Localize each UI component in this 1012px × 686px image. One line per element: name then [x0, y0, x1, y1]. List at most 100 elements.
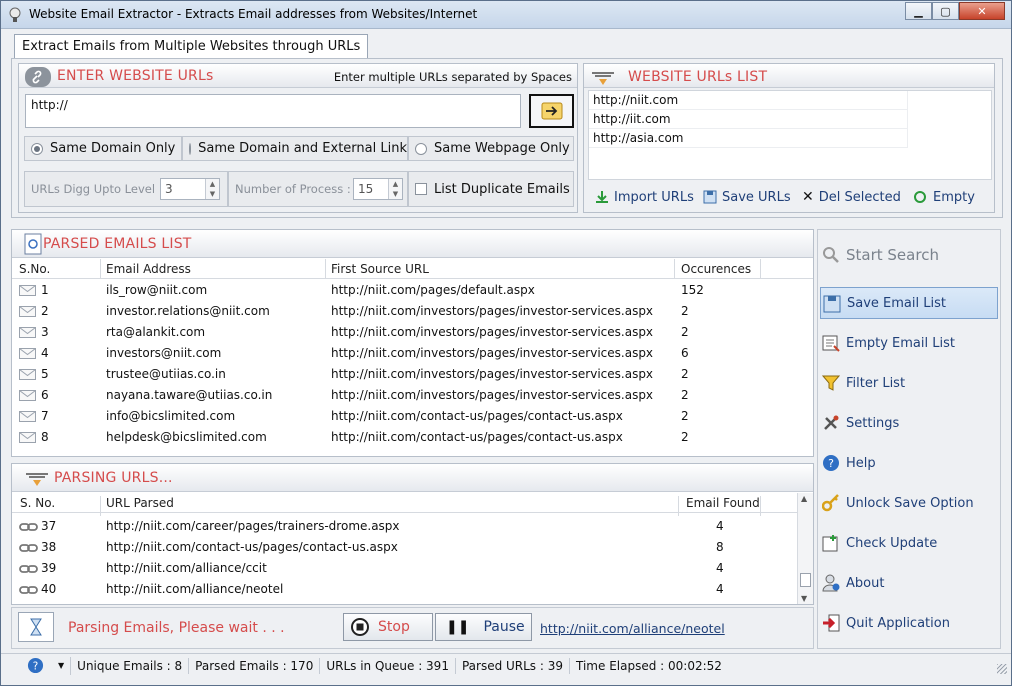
col-sep [325, 259, 326, 279]
settings-button[interactable]: Settings [820, 407, 998, 439]
parsing-table[interactable]: S. No. URL Parsed Email Found 37 http://n… [12, 493, 797, 604]
start-search-button[interactable]: Start Search [820, 239, 998, 271]
url-list-item[interactable]: http://iit.com [589, 110, 907, 129]
help-button[interactable]: ? Help [820, 447, 998, 479]
status-help-dropdown[interactable]: ? ▼ [1, 656, 72, 675]
filter-list-button[interactable]: Filter List [820, 367, 998, 399]
table-row[interactable]: 37 http://niit.com/career/pages/trainers-… [12, 515, 797, 536]
col-email[interactable]: Email Address [106, 262, 191, 276]
satellite-icon [26, 473, 48, 486]
empty-urls-button[interactable]: Empty [912, 186, 975, 208]
save-urls-label: Save URLs [722, 189, 791, 205]
table-row[interactable]: 40 http://niit.com/alliance/neotel 4 [12, 578, 797, 599]
table-row[interactable]: 4 investors@niit.com http://niit.com/inves… [12, 342, 813, 363]
radio-domain-external[interactable] [189, 142, 192, 155]
option-domain-external-label: Same Domain and External Link [198, 141, 407, 156]
col-parse-sno[interactable]: S. No. [20, 496, 55, 510]
import-urls-button[interactable]: Import URLs [594, 186, 694, 208]
emails-table-header: S.No. Email Address First Source URL Occ… [12, 259, 813, 279]
status-bar: ? ▼ Unique Emails : 8 Parsed Emails : 17… [1, 653, 1011, 677]
add-url-button[interactable] [529, 94, 574, 128]
email-occurences: 2 [681, 367, 689, 381]
hourglass-box [18, 612, 54, 642]
url-entry-title: ENTER WEBSITE URLs [57, 68, 214, 84]
stop-label: Stop [378, 619, 410, 635]
parsing-table-header: S. No. URL Parsed Email Found [12, 493, 797, 516]
maximize-button[interactable]: ▢ [932, 2, 959, 20]
emails-table[interactable]: S.No. Email Address First Source URL Occ… [12, 259, 813, 456]
filter-list-label: Filter List [846, 375, 906, 391]
table-row[interactable]: 5 trustee@utiias.co.in http://niit.com/inv… [12, 363, 813, 384]
table-row[interactable]: 38 http://niit.com/contact-us/pages/conta… [12, 536, 797, 557]
envelope-icon [19, 306, 36, 320]
parse-sno: 40 [41, 582, 57, 596]
email-address: investors@niit.com [106, 346, 222, 360]
minimize-icon: ▁ [914, 4, 923, 18]
url-input[interactable]: http:// [25, 94, 521, 128]
option-same-webpage[interactable]: Same Webpage Only [408, 136, 574, 161]
check-update-button[interactable]: Check Update [820, 527, 998, 559]
digg-level-stepper[interactable]: 3 ▲ ▼ [160, 178, 220, 200]
table-row[interactable]: 8 helpdesk@bicslimited.com http://niit.com… [12, 426, 813, 447]
email-source-url: http://niit.com/investors/pages/investor… [331, 367, 654, 381]
col-source[interactable]: First Source URL [331, 262, 429, 276]
delete-x-icon: ✕ [802, 189, 814, 205]
quit-application-button[interactable]: Quit Application [820, 607, 998, 639]
empty-email-list-button[interactable]: Empty Email List [820, 327, 998, 359]
maximize-icon: ▢ [940, 4, 951, 18]
parsing-urls-panel: PARSING URLS... S. No. URL Parsed Email … [11, 463, 814, 605]
table-row[interactable]: 7 info@bicslimited.com http://niit.com/con… [12, 405, 813, 426]
parsing-scrollbar[interactable]: ▲ ▼ [797, 493, 813, 604]
about-button[interactable]: About [820, 567, 998, 599]
email-document-icon [24, 233, 42, 255]
app-window: Website Email Extractor - Extracts Email… [0, 0, 1012, 686]
scroll-down-icon[interactable]: ▼ [801, 594, 807, 603]
pause-button[interactable]: ❚❚ Pause [435, 613, 532, 641]
pause-label: Pause [483, 619, 525, 635]
col-url-parsed[interactable]: URL Parsed [106, 496, 174, 510]
col-email-found[interactable]: Email Found [686, 496, 760, 510]
stepper-arrows-icon[interactable]: ▲ ▼ [388, 179, 402, 199]
table-row[interactable]: 3 rta@alankit.com http://niit.com/investor… [12, 321, 813, 342]
duplicate-emails-checkbox[interactable] [415, 183, 427, 195]
process-stepper[interactable]: 15 ▲ ▼ [353, 178, 403, 200]
duplicate-emails-option[interactable]: List Duplicate Emails [408, 171, 574, 207]
unlock-save-button[interactable]: Unlock Save Option [820, 487, 998, 519]
minimize-button[interactable]: ▁ [905, 2, 932, 20]
email-occurences: 6 [681, 346, 689, 360]
title-bar[interactable]: Website Email Extractor - Extracts Email… [1, 1, 1011, 29]
close-button[interactable]: ✕ [959, 2, 1005, 20]
clear-list-icon [822, 335, 840, 352]
col-occurences[interactable]: Occurences [681, 262, 751, 276]
url-list-item[interactable]: http://niit.com [589, 91, 907, 110]
url-list[interactable]: http://niit.com http://iit.com http://as… [588, 90, 992, 180]
stepper-arrows-icon[interactable]: ▲ ▼ [205, 179, 219, 199]
tab-extract-multiple[interactable]: Extract Emails from Multiple Websites th… [14, 34, 369, 59]
save-urls-button[interactable]: Save URLs [702, 186, 791, 208]
parsing-status: Parsing Emails, Please wait . . . [68, 620, 285, 636]
option-same-domain[interactable]: Same Domain Only [24, 136, 182, 161]
col-sno[interactable]: S.No. [19, 262, 50, 276]
empty-urls-label: Empty [933, 189, 975, 205]
email-source-url: http://niit.com/pages/default.aspx [331, 283, 535, 297]
save-email-list-button[interactable]: Save Email List [820, 287, 998, 319]
del-selected-button[interactable]: ✕ Del Selected [802, 186, 901, 208]
table-row[interactable]: 1 ils_row@niit.com http://niit.com/pages/d… [12, 279, 813, 300]
resize-grip[interactable] [997, 664, 1007, 674]
radio-same-webpage[interactable] [415, 142, 427, 155]
table-row[interactable]: 6 nayana.taware@utiias.co.in http://niit.c… [12, 384, 813, 405]
url-list-item[interactable]: http://asia.com [589, 129, 907, 148]
table-row[interactable]: 2 investor.relations@niit.com http://niit.… [12, 300, 813, 321]
url-entry-hint: Enter multiple URLs separated by Spaces [333, 70, 572, 84]
current-url-link[interactable]: http://niit.com/alliance/neotel [540, 621, 725, 636]
scroll-up-icon[interactable]: ▲ [801, 494, 807, 503]
table-row[interactable]: 39 http://niit.com/alliance/ccit 4 [12, 557, 797, 578]
email-occurences: 2 [681, 409, 689, 423]
stop-button[interactable]: Stop [343, 613, 433, 641]
scroll-thumb[interactable] [800, 573, 811, 587]
chain-link-icon [19, 563, 39, 577]
email-source-url: http://niit.com/investors/pages/investor… [331, 388, 654, 402]
digg-level-label: URLs Digg Upto Level : [31, 182, 163, 196]
radio-same-domain[interactable] [31, 142, 43, 155]
option-domain-external[interactable]: Same Domain and External Link [182, 136, 408, 161]
